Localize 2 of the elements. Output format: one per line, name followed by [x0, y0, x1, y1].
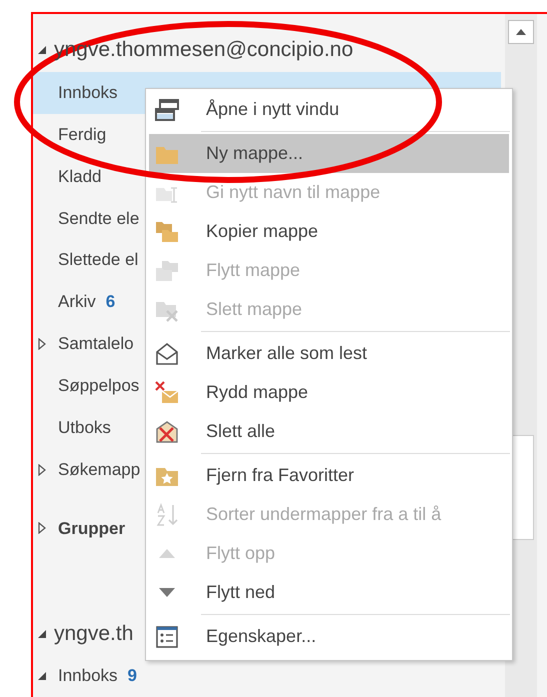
unread-count: 9 [128, 665, 138, 688]
unread-count: 6 [106, 291, 116, 314]
